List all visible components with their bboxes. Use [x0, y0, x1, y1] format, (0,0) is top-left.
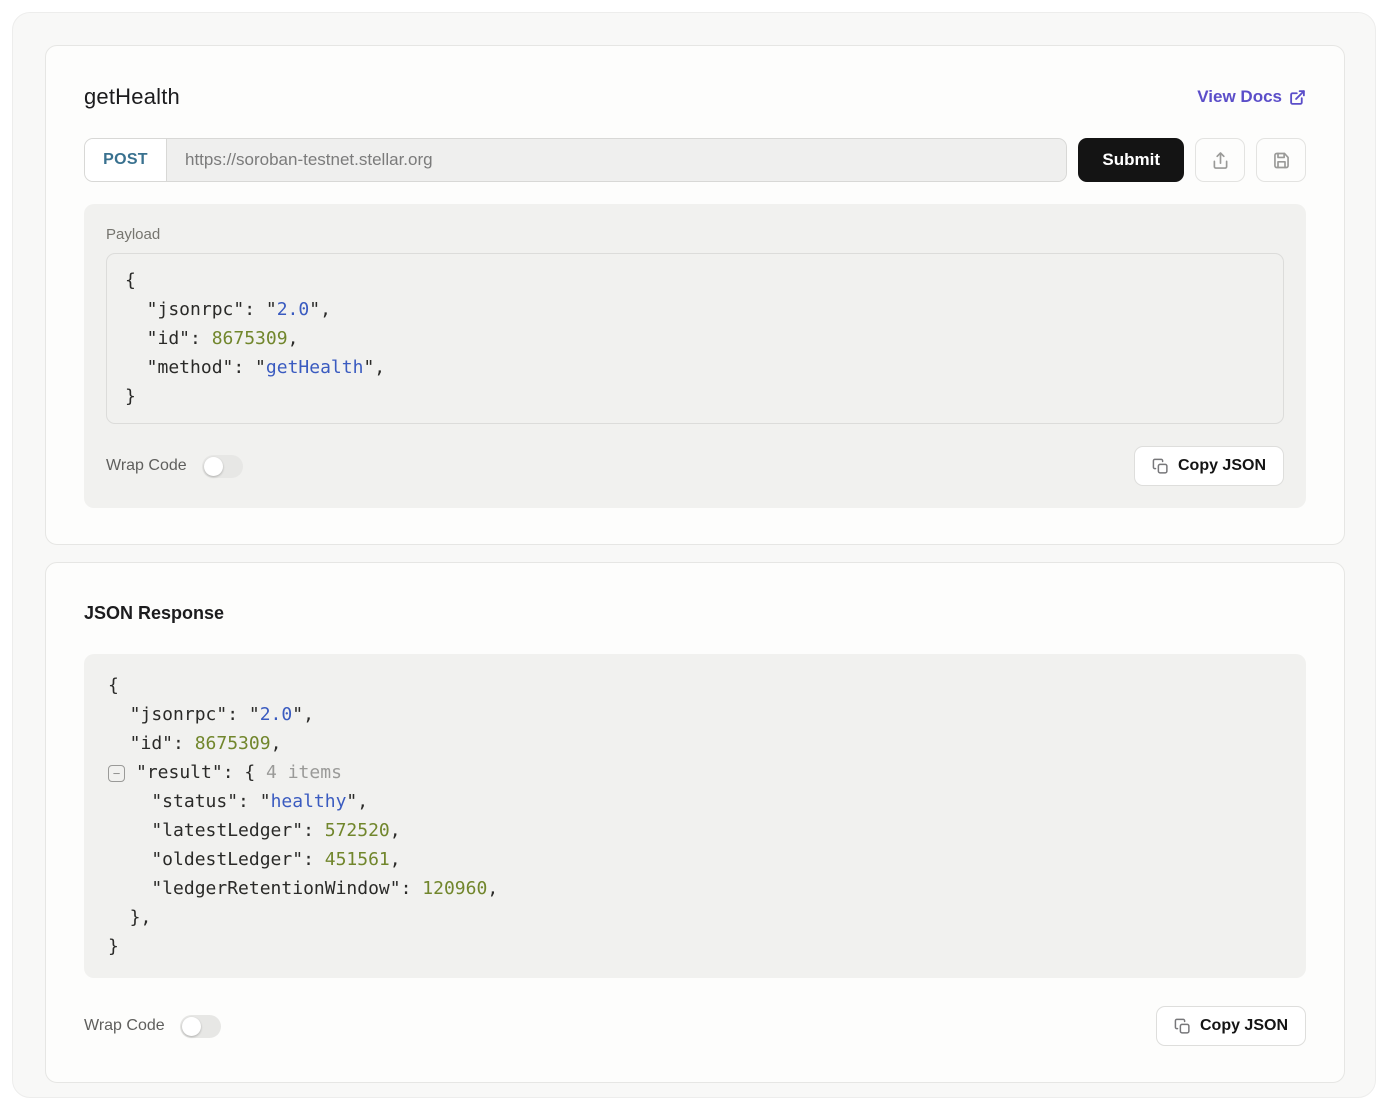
wrap-code-label: Wrap Code: [106, 457, 187, 475]
code-segment: ",: [346, 791, 368, 812]
code-line: "method": "getHealth",: [125, 353, 1265, 382]
request-card: getHealth View Docs POST Submit: [45, 45, 1345, 545]
code-segment: },: [108, 907, 151, 928]
code-segment: 8675309: [195, 733, 271, 754]
view-docs-link[interactable]: View Docs: [1197, 87, 1306, 107]
code-line: "jsonrpc": "2.0",: [108, 700, 1282, 729]
view-docs-label: View Docs: [1197, 87, 1282, 107]
wrap-code-toggle[interactable]: [180, 1015, 221, 1038]
code-line: }: [125, 382, 1265, 411]
code-line: {: [108, 671, 1282, 700]
payload-code-editor[interactable]: { "jsonrpc": "2.0", "id": 8675309, "meth…: [106, 253, 1284, 424]
code-segment: "jsonrpc": ": [125, 299, 277, 320]
toggle-knob: [204, 457, 223, 476]
payload-footer: Wrap Code Copy JSON: [106, 446, 1284, 486]
app-frame: getHealth View Docs POST Submit: [12, 12, 1376, 1098]
code-segment: "id":: [108, 733, 195, 754]
code-segment: ,: [271, 733, 282, 754]
response-footer: Wrap Code Copy JSON: [84, 1006, 1306, 1046]
code-segment: "latestLedger":: [108, 820, 325, 841]
copy-json-label: Copy JSON: [1178, 457, 1266, 475]
code-segment: {: [108, 675, 119, 696]
code-segment: 451561: [325, 849, 390, 870]
payload-label: Payload: [106, 226, 1284, 243]
code-segment: "jsonrpc": ": [108, 704, 260, 725]
url-input-group: POST: [84, 138, 1067, 182]
code-segment: }: [108, 936, 119, 957]
code-segment: 8675309: [212, 328, 288, 349]
code-segment: "method": ": [125, 357, 266, 378]
code-segment: ,: [390, 820, 401, 841]
code-segment: "result": {: [136, 762, 266, 783]
copy-json-button[interactable]: Copy JSON: [1156, 1006, 1306, 1046]
code-line: },: [108, 903, 1282, 932]
code-segment: ",: [363, 357, 385, 378]
response-title: JSON Response: [84, 603, 1306, 624]
request-row: POST Submit: [84, 138, 1306, 182]
code-segment: ,: [288, 328, 299, 349]
wrap-code-label: Wrap Code: [84, 1017, 165, 1035]
collapse-toggle-icon[interactable]: [108, 765, 125, 782]
code-segment: 2.0: [260, 704, 293, 725]
wrap-code-control: Wrap Code: [106, 455, 243, 478]
code-segment: "oldestLedger":: [108, 849, 325, 870]
code-segment: ,: [390, 849, 401, 870]
code-segment: "ledgerRetentionWindow":: [108, 878, 422, 899]
code-segment: getHealth: [266, 357, 364, 378]
code-line: "id": 8675309,: [108, 729, 1282, 758]
response-code-viewer[interactable]: { "jsonrpc": "2.0", "id": 8675309,"resul…: [84, 654, 1306, 978]
code-line: }: [108, 932, 1282, 961]
request-card-header: getHealth View Docs: [84, 84, 1306, 110]
code-segment: ,: [487, 878, 498, 899]
code-line: "oldestLedger": 451561,: [108, 845, 1282, 874]
copy-icon: [1152, 458, 1169, 475]
payload-panel: Payload { "jsonrpc": "2.0", "id": 867530…: [84, 204, 1306, 508]
code-segment: 572520: [325, 820, 390, 841]
share-upload-icon: [1210, 150, 1231, 171]
code-segment: 120960: [422, 878, 487, 899]
submit-button[interactable]: Submit: [1078, 138, 1184, 182]
share-button[interactable]: [1195, 138, 1245, 182]
external-link-icon: [1289, 89, 1306, 106]
endpoint-url-input[interactable]: [167, 139, 1066, 181]
code-segment: healthy: [271, 791, 347, 812]
code-segment: ",: [309, 299, 331, 320]
copy-icon: [1174, 1018, 1191, 1035]
code-line: "jsonrpc": "2.0",: [125, 295, 1265, 324]
copy-json-label: Copy JSON: [1200, 1017, 1288, 1035]
code-segment: }: [125, 386, 136, 407]
code-segment: 2.0: [277, 299, 310, 320]
response-card: JSON Response { "jsonrpc": "2.0", "id": …: [45, 562, 1345, 1083]
http-method-badge: POST: [85, 139, 167, 181]
wrap-code-toggle[interactable]: [202, 455, 243, 478]
save-floppy-icon: [1271, 150, 1292, 171]
code-segment: "id":: [125, 328, 212, 349]
toggle-knob: [182, 1017, 201, 1036]
code-segment: {: [125, 270, 136, 291]
code-line: "status": "healthy",: [108, 787, 1282, 816]
code-segment: ",: [292, 704, 314, 725]
save-button[interactable]: [1256, 138, 1306, 182]
code-line: "ledgerRetentionWindow": 120960,: [108, 874, 1282, 903]
wrap-code-control: Wrap Code: [84, 1015, 221, 1038]
copy-json-button[interactable]: Copy JSON: [1134, 446, 1284, 486]
code-segment: "status": ": [108, 791, 271, 812]
page-title: getHealth: [84, 84, 180, 110]
code-line: "id": 8675309,: [125, 324, 1265, 353]
code-segment: 4 items: [266, 762, 342, 783]
code-line: "result": { 4 items: [108, 758, 1282, 787]
code-line: "latestLedger": 572520,: [108, 816, 1282, 845]
code-line: {: [125, 266, 1265, 295]
